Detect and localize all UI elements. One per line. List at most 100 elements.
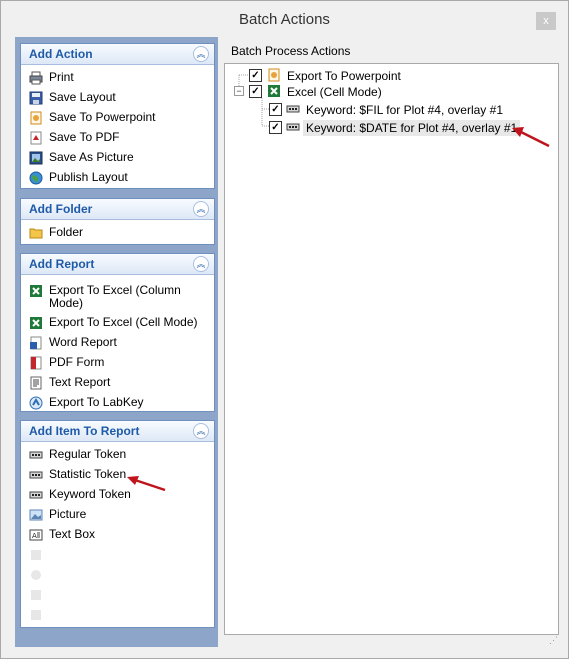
collapse-chevron-icon[interactable]: ︽: [193, 423, 209, 439]
folder-icon: [29, 228, 43, 239]
labkey-icon: [29, 396, 43, 410]
item-label: Print: [49, 70, 74, 84]
add-item-group: Add Item To Report ︽ Regular Token Stati…: [20, 420, 215, 628]
add-action-title: Add Action: [29, 47, 93, 61]
image-icon: [29, 509, 43, 521]
disabled-icon: [31, 570, 41, 580]
add-action-header[interactable]: Add Action ︽: [21, 44, 214, 65]
add-action-item-save-picture[interactable]: Save As Picture: [21, 148, 214, 168]
title-bar: Batch Actions x: [1, 1, 568, 37]
node-label: Keyword: $FIL for Plot #4, overlay #1: [306, 103, 503, 117]
svg-text:A: A: [32, 532, 37, 540]
collapse-chevron-icon[interactable]: ︽: [193, 201, 209, 217]
collapse-expander-icon[interactable]: −: [234, 86, 244, 96]
checkbox[interactable]: ✓: [269, 103, 282, 116]
powerpoint-icon: [30, 111, 42, 125]
token-icon: [286, 123, 300, 131]
tree-node-keyword-date[interactable]: ✓ Keyword: $DATE for Plot #4, overlay #1: [269, 119, 529, 137]
checkbox[interactable]: ✓: [249, 69, 262, 82]
picture-icon: [29, 151, 43, 165]
excel-icon: [268, 85, 280, 97]
add-report-group: Add Report ︽ Export To Excel (Column Mod…: [20, 253, 215, 412]
item-label: Save To Powerpoint: [49, 110, 156, 124]
batch-process-header: Batch Process Actions: [231, 44, 351, 58]
item-label: Save As Picture: [49, 150, 134, 164]
collapse-chevron-icon[interactable]: ︽: [193, 256, 209, 272]
floppy-icon: [29, 91, 43, 105]
resize-grip-icon[interactable]: ⋰: [549, 635, 558, 646]
item-label: Publish Layout: [49, 170, 128, 184]
add-action-item-publish-layout[interactable]: Publish Layout: [21, 168, 214, 188]
item-label: Export To Excel (Column Mode): [49, 283, 181, 310]
add-report-item-text-report[interactable]: Text Report: [21, 373, 214, 393]
add-item-regular-token[interactable]: Regular Token: [21, 445, 214, 465]
add-folder-group: Add Folder ︽ Folder: [20, 198, 215, 245]
add-item-header[interactable]: Add Item To Report ︽: [21, 421, 214, 442]
item-label: Regular Token: [49, 447, 127, 461]
globe-icon: [29, 171, 43, 185]
token-icon: [29, 491, 43, 499]
add-item-statistic-token[interactable]: Statistic Token: [21, 465, 214, 485]
tree-node-excel-cell[interactable]: ✓ Excel (Cell Mode): [249, 83, 469, 101]
add-action-group: Add Action ︽ Print Save Layout Save To P…: [20, 43, 215, 189]
add-folder-item-folder[interactable]: Folder: [21, 223, 214, 243]
item-label: Export To LabKey: [49, 395, 144, 409]
pdf-icon: [30, 356, 42, 370]
disabled-icon: [31, 610, 41, 620]
add-action-item-print[interactable]: Print: [21, 68, 214, 88]
item-label: Folder: [49, 225, 84, 239]
powerpoint-icon: [268, 68, 280, 82]
token-icon: [286, 105, 300, 113]
word-icon: [30, 336, 42, 350]
token-icon: [29, 451, 43, 459]
collapse-chevron-icon[interactable]: ︽: [193, 46, 209, 62]
batch-actions-window: Batch Actions x Add Action ︽ Print Save …: [0, 0, 569, 659]
node-label-selected: Keyword: $DATE for Plot #4, overlay #1: [303, 120, 521, 136]
add-item-title: Add Item To Report: [29, 424, 140, 438]
tree-node-keyword-fil[interactable]: ✓ Keyword: $FIL for Plot #4, overlay #1: [269, 101, 529, 119]
item-label: Export To Excel (Cell Mode): [49, 315, 198, 329]
item-label: Save Layout: [49, 90, 116, 104]
add-report-item-excel-cell[interactable]: Export To Excel (Cell Mode): [21, 313, 214, 333]
token-icon: [29, 471, 43, 479]
add-folder-header[interactable]: Add Folder ︽: [21, 199, 214, 220]
item-label: PDF Form: [49, 355, 105, 369]
batch-process-pane: Batch Process Actions ✓ Export To Powerp…: [221, 37, 561, 647]
add-action-item-save-powerpoint[interactable]: Save To Powerpoint: [21, 108, 214, 128]
item-label: Picture: [49, 507, 87, 521]
add-item-disabled-3: [21, 585, 214, 605]
annotation-arrow-icon: [512, 127, 550, 148]
disabled-icon: [31, 590, 41, 600]
batch-actions-tree[interactable]: ✓ Export To Powerpoint − ✓ Excel (Cell M…: [224, 63, 559, 635]
add-folder-title: Add Folder: [29, 202, 93, 216]
item-label: Save To PDF: [49, 130, 120, 144]
add-action-item-save-layout[interactable]: Save Layout: [21, 88, 214, 108]
close-button[interactable]: x: [536, 12, 556, 30]
add-action-item-save-pdf[interactable]: Save To PDF: [21, 128, 214, 148]
add-report-header[interactable]: Add Report ︽: [21, 254, 214, 275]
add-item-text-box[interactable]: A Text Box: [21, 525, 214, 545]
add-report-item-pdf-form[interactable]: PDF Form: [21, 353, 214, 373]
add-item-picture[interactable]: Picture: [21, 505, 214, 525]
node-label: Export To Powerpoint: [287, 69, 401, 83]
text-icon: [30, 376, 42, 390]
item-label: Text Box: [49, 527, 96, 541]
disabled-icon: [31, 550, 41, 560]
checkbox[interactable]: ✓: [269, 121, 282, 134]
excel-icon: [30, 317, 42, 329]
textbox-icon: A: [29, 529, 43, 541]
add-item-disabled-2: [21, 565, 214, 585]
pdf-icon: [30, 131, 42, 145]
status-bar: ⋰: [222, 634, 560, 646]
item-label: Text Report: [49, 375, 111, 389]
add-item-disabled-4: [21, 605, 214, 625]
node-label: Excel (Cell Mode): [287, 85, 382, 99]
actions-palette: Add Action ︽ Print Save Layout Save To P…: [15, 37, 218, 647]
add-report-item-labkey[interactable]: Export To LabKey: [21, 393, 214, 413]
add-item-keyword-token[interactable]: Keyword Token: [21, 485, 214, 505]
checkbox[interactable]: ✓: [249, 85, 262, 98]
add-report-item-excel-column[interactable]: Export To Excel (Column Mode): [21, 281, 214, 313]
add-report-item-word[interactable]: Word Report: [21, 333, 214, 353]
add-item-disabled-1: [21, 545, 214, 565]
excel-icon: [30, 285, 42, 297]
